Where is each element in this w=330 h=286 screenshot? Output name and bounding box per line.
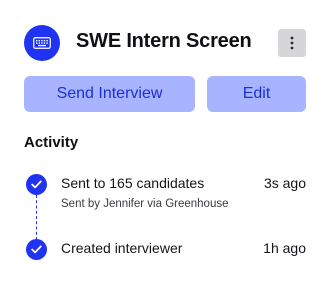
timeline-connector: [36, 195, 37, 240]
activity-item-title: Sent to 165 candidates: [61, 175, 205, 191]
activity-item-title: Created interviewer: [61, 240, 183, 256]
page-title: SWE Intern Screen: [76, 30, 252, 52]
interview-card: SWE Intern Screen Send Interview Edit Ac…: [0, 0, 330, 286]
check-circle-icon: [26, 174, 47, 195]
check-circle-icon: [26, 239, 47, 260]
activity-item-timestamp: 3s ago: [263, 175, 306, 191]
edit-button[interactable]: Edit: [207, 76, 306, 112]
activity-heading: Activity: [24, 134, 79, 151]
more-vertical-icon: [290, 36, 294, 50]
more-options-button[interactable]: [278, 29, 306, 57]
activity-item-timestamp: 1h ago: [263, 240, 306, 256]
send-interview-button[interactable]: Send Interview: [24, 76, 195, 112]
card-header: SWE Intern Screen: [24, 25, 306, 61]
keyboard-icon: [24, 25, 60, 61]
activity-item-subtitle: Sent by Jennifer via Greenhouse: [61, 198, 229, 210]
